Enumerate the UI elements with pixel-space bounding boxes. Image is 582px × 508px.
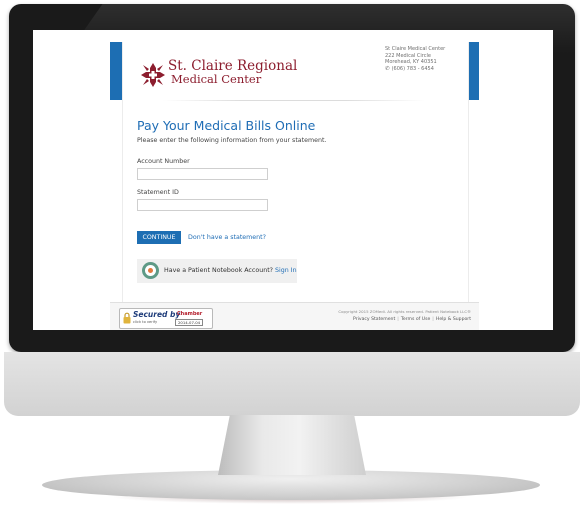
secured-by-brand: Chamber: [177, 311, 203, 317]
statement-id-input[interactable]: [137, 199, 268, 211]
lock-icon: [123, 312, 131, 324]
contact-phone-row: ✆ (606) 783 - 6454: [385, 66, 445, 73]
web-page: St. Claire Regional Medical Center St Cl…: [33, 30, 553, 330]
hospital-logo[interactable]: St. Claire Regional Medical Center: [140, 59, 297, 94]
patient-notebook-icon: [142, 262, 159, 279]
no-statement-link[interactable]: Don't have a statement?: [188, 234, 266, 241]
contact-info: St Claire Medical Center 222 Medical Cir…: [385, 46, 445, 72]
patient-notebook-text: Have a Patient Notebook Account? Sign In: [164, 267, 297, 274]
copyright-text: Copyright 2015 ZOMedi. All rights reserv…: [338, 309, 471, 314]
content-panel: St. Claire Regional Medical Center St Cl…: [122, 42, 469, 320]
badge-date: 2014-07-04: [175, 319, 204, 326]
page-subtitle: Please enter the following information f…: [137, 137, 327, 144]
footer-links: Privacy Statement | Terms of Use | Help & Su…: [353, 317, 471, 322]
page-title: Pay Your Medical Bills Online: [137, 118, 316, 133]
monitor-screen: St. Claire Regional Medical Center St Cl…: [33, 30, 553, 330]
header-accent-left: [110, 42, 122, 100]
secured-by-text: Secured by: [133, 310, 181, 319]
contact-phone[interactable]: (606) 783 - 6454: [392, 66, 434, 72]
header-divider: [163, 100, 425, 101]
contact-street: 222 Medical Circle: [385, 52, 431, 59]
patient-notebook-box: Have a Patient Notebook Account? Sign In: [137, 259, 297, 283]
contact-name: St Claire Medical Center: [385, 46, 446, 52]
stand-neck: [218, 415, 366, 475]
statement-id-label: Statement ID: [137, 189, 179, 196]
patient-notebook-prompt: Have a Patient Notebook Account?: [164, 267, 274, 274]
logo-wordmark: St. Claire Regional Medical Center: [168, 59, 297, 86]
monitor-chin: [4, 352, 580, 416]
privacy-statement-link[interactable]: Privacy Statement: [353, 317, 395, 322]
account-number-label: Account Number: [137, 158, 190, 165]
terms-of-use-link[interactable]: Terms of Use: [401, 317, 430, 322]
help-support-link[interactable]: Help & Support: [436, 317, 471, 322]
page-footer: Secured by Chamber click to verify 2014-…: [110, 302, 479, 330]
logo-name-line2: Medical Center: [171, 71, 262, 86]
hospital-cross-logo-icon: [141, 63, 165, 87]
continue-button[interactable]: CONTINUE: [137, 231, 181, 244]
secured-by-badge[interactable]: Secured by Chamber click to verify 2014-…: [119, 308, 213, 329]
account-number-input[interactable]: [137, 168, 268, 180]
contact-city: Morehead, KY 40351: [385, 59, 437, 66]
sign-in-link[interactable]: Sign In: [275, 267, 297, 274]
phone-icon: ✆: [385, 65, 390, 72]
click-to-verify: click to verify: [133, 320, 158, 324]
